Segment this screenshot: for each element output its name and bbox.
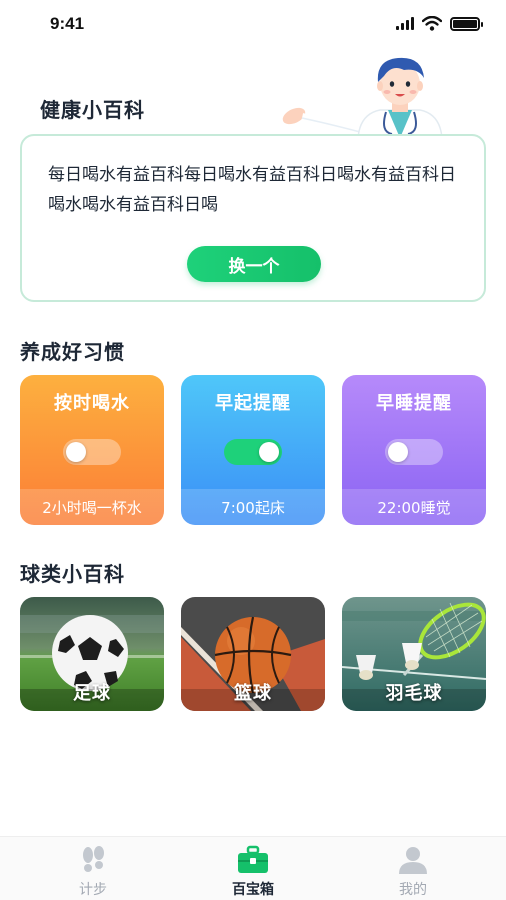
habit-footer: 22:00睡觉 [342,489,486,525]
cellular-signal-icon [396,17,414,30]
soccer-label: 足球 [73,683,111,704]
health-tips-title: 健康小百科 [40,98,145,122]
footprints-icon [83,846,104,872]
habit-card-early-sleep[interactable]: 早睡提醒 22:00睡觉 [342,375,486,525]
habit-card-early-rise[interactable]: 早起提醒 7:00起床 [181,375,325,525]
health-tip-card: 每日喝水有益百科每日喝水有益百科日喝水有益百科日喝水喝水有益百科日喝 换一个 [20,134,486,302]
toggle-knob [259,442,279,462]
bottom-tab-bar: 计步 百宝箱 我的 [0,836,506,900]
drink-water-toggle[interactable] [63,439,121,465]
basketball-card[interactable]: 篮球 [181,597,325,711]
battery-icon [450,16,483,31]
status-icons [396,16,483,31]
badminton-card[interactable]: 羽毛球 [342,597,486,711]
soccer-card[interactable]: 足球 [20,597,164,711]
habit-footer: 2小时喝一杯水 [20,489,164,525]
doctor-illustration [282,57,443,138]
change-tip-button[interactable]: 换一个 [187,246,321,282]
ball-sports-title: 球类小百科 [20,562,125,586]
tab-steps[interactable]: 计步 [33,843,153,898]
habit-title: 按时喝水 [54,393,130,414]
tab-profile[interactable]: 我的 [353,843,473,898]
habit-title: 早起提醒 [215,393,291,414]
habit-card-drink-water[interactable]: 按时喝水 2小时喝一杯水 [20,375,164,525]
status-bar: 9:41 [0,0,506,48]
toolbox-icon [238,845,268,873]
early-sleep-toggle[interactable] [385,439,443,465]
tab-label: 计步 [79,882,107,898]
tab-label: 百宝箱 [232,882,274,898]
basketball-label: 篮球 [234,683,272,704]
early-rise-toggle[interactable] [224,439,282,465]
health-tip-text: 每日喝水有益百科每日喝水有益百科日喝水有益百科日喝水喝水有益百科日喝 [48,165,456,215]
toggle-knob [66,442,86,462]
status-time: 9:41 [50,14,85,33]
toggle-knob [388,442,408,462]
badminton-label: 羽毛球 [385,683,443,704]
habits-title: 养成好习惯 [20,340,125,364]
user-icon [399,847,427,874]
wifi-icon [422,16,442,31]
tab-label: 我的 [399,882,427,898]
habit-title: 早睡提醒 [376,393,452,414]
tab-toolbox[interactable]: 百宝箱 [193,843,313,898]
habit-footer: 7:00起床 [181,489,325,525]
